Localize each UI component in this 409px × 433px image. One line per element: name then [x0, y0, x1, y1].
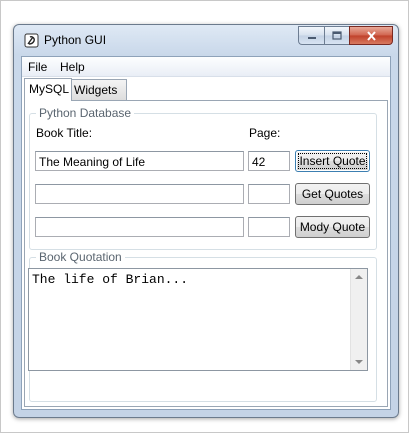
scroll-down-arrow-icon	[355, 360, 363, 364]
page-input-2[interactable]	[248, 184, 290, 204]
python-feather-icon	[24, 33, 39, 48]
mody-quote-button[interactable]: Mody Quote	[295, 216, 370, 238]
tab-panel-mysql: Python Database Book Title: Page: The Me…	[24, 100, 388, 407]
book-quotation-group: Book Quotation The life of Brian...	[28, 250, 377, 402]
book-title-input-2[interactable]	[35, 184, 244, 204]
insert-quote-button[interactable]: Insert Quote	[295, 150, 370, 172]
scroll-up-button[interactable]	[351, 269, 367, 285]
minimize-button[interactable]	[298, 26, 324, 45]
close-icon	[366, 30, 376, 41]
python-database-title: Python Database	[36, 106, 135, 120]
page-label: Page:	[249, 126, 281, 140]
scroll-up-arrow-icon	[355, 275, 363, 279]
book-title-label: Book Title:	[36, 126, 93, 140]
menu-help[interactable]: Help	[60, 60, 85, 74]
menu-bar: File Help	[22, 57, 390, 77]
vertical-scrollbar[interactable]	[350, 269, 367, 370]
quotation-textarea[interactable]: The life of Brian...	[28, 268, 368, 371]
maximize-icon	[332, 31, 342, 40]
maximize-button[interactable]	[324, 26, 349, 45]
tab-widgets[interactable]: Widgets	[69, 79, 127, 100]
page-input-1[interactable]: 42	[248, 151, 290, 171]
title-bar[interactable]: Python GUI	[14, 25, 398, 53]
client-area: File Help MySQL Widgets Python Database …	[21, 56, 391, 410]
app-window: Python GUI File Help MySQL Widgets Pytho…	[13, 24, 399, 418]
get-quotes-button[interactable]: Get Quotes	[295, 183, 370, 205]
tab-mysql[interactable]: MySQL	[24, 78, 72, 101]
close-button[interactable]	[349, 26, 393, 45]
caption-buttons	[298, 26, 393, 45]
book-title-input-3[interactable]	[35, 217, 244, 237]
window-title: Python GUI	[44, 33, 107, 47]
insert-quote-label: Insert Quote	[298, 153, 367, 169]
menu-file[interactable]: File	[28, 60, 47, 74]
minimize-icon	[307, 36, 316, 39]
scroll-down-button[interactable]	[351, 354, 367, 370]
page-input-3[interactable]	[248, 217, 290, 237]
book-title-input-1[interactable]: The Meaning of Life	[35, 151, 244, 171]
quotation-text: The life of Brian...	[32, 272, 189, 287]
python-database-group: Python Database Book Title: Page: The Me…	[29, 106, 377, 250]
book-quotation-title: Book Quotation	[36, 250, 125, 264]
